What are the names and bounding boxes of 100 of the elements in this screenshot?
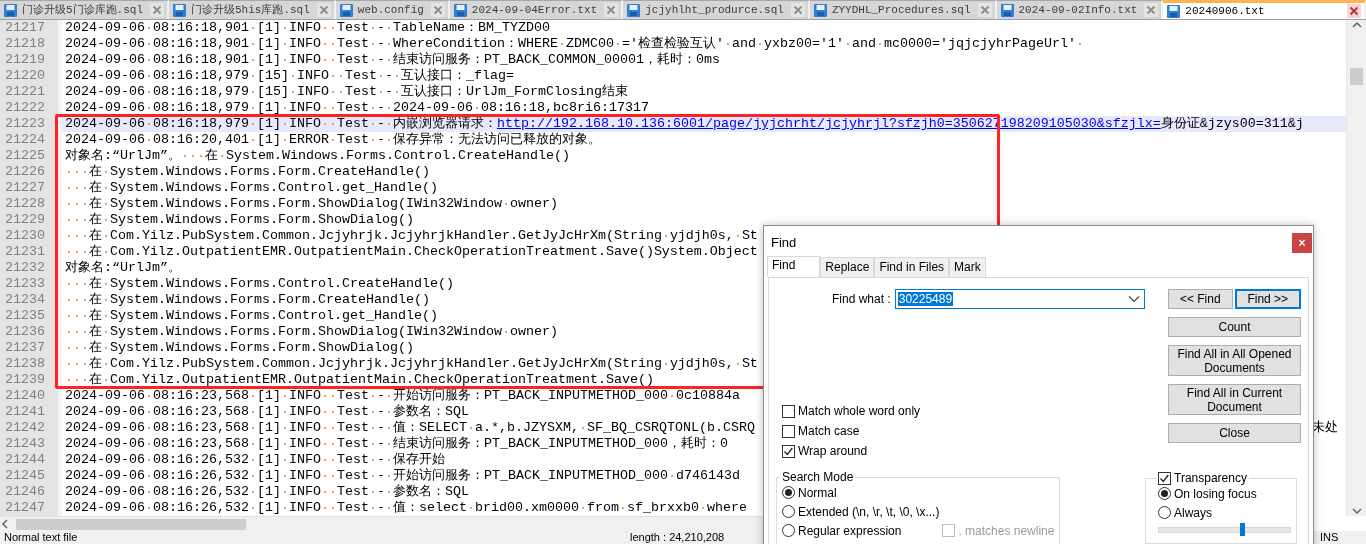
scrollbar-thumb[interactable] [16,518,246,530]
line-number: 21243 [0,436,62,452]
close-icon[interactable] [1347,4,1361,18]
close-icon[interactable] [150,3,164,17]
log-line: 在 System.Windows.Forms.Control.get_Handle() [62,180,438,195]
dialog-button[interactable]: Find All in Current Document [1168,384,1301,415]
checkbox-label: Match whole word only [798,404,921,418]
status-text: Normal text file [3,531,78,544]
vertical-scrollbar[interactable] [1346,20,1366,516]
file-tab[interactable]: 门诊升级5门诊库跑.sql [0,0,169,19]
line-number: 21242 [0,420,62,436]
log-line: 2024-09-06 08:16:26,532 [1] INFO Test - 参数名：SQL [64,484,469,499]
checkbox-label: Transparency [1174,471,1247,485]
tab-label: ZYYDHL_Procedures.sql [831,2,972,18]
log-line: 2024-09-06 08:16:26,532 [1] INFO Test - 值：select brid00.xm0000 from sf_brxxb0 where [64,500,747,515]
line-number: 21225 [0,148,62,164]
log-line: 在 Com.Yilz.PubSystem.Common.Jcjyhrjk.JcjyhrjkHandler.GetJyJcHrXm(String yjdjh0s, St [62,228,758,243]
log-line: 在 System.Windows.Forms.Form.ShowDialog() [62,340,414,355]
line-number: 21228 [0,196,62,212]
log-line: 2024-09-06 08:16:18,979 [1] INFO Test - 2024-09-06 08:16:18,bc8ri6:17317 [64,100,649,115]
line-number: 21229 [0,212,62,228]
log-line-fragment: 未处 [1312,420,1338,436]
close-icon[interactable] [977,3,992,17]
line-number: 21239 [0,372,62,388]
line-number: 21238 [0,356,62,372]
find-button[interactable]: Find >> [1234,289,1301,309]
find-button[interactable]: << Find [1168,289,1233,309]
log-line: 2024-09-06 08:16:23,568 [1] INFO Test - 结束访问服务：PT_BACK_INPUTMETHOD_000，耗时：0 [64,436,728,451]
scroll-up-icon[interactable] [1350,20,1363,30]
scroll-down-icon[interactable] [1350,506,1363,516]
close-icon[interactable] [1144,3,1159,17]
status-text: length : 24,210,208 [629,531,725,544]
line-number: 21223 [0,116,62,132]
dialog-title: Find [771,234,797,250]
radio-label: On losing focus [1174,486,1257,501]
radio-button[interactable] [1158,506,1171,519]
checkbox[interactable] [782,444,795,458]
group-title: Search Mode [781,470,855,484]
file-tab[interactable]: ZYYDHL_Procedures.sql [809,0,997,19]
log-line: 2024-09-06 08:16:23,568 [1] INFO Test - 参数名：SQL [64,404,469,419]
log-line: 2024-09-06 08:16:18,901 [1] INFO Test - TableName：BM_TYZD00 [64,20,550,35]
dialog-tab[interactable]: Find [767,256,821,277]
line-number: 21244 [0,452,62,468]
radio-button[interactable] [782,505,795,518]
dialog-tab[interactable]: Mark [949,257,986,277]
scrollbar-thumb[interactable] [1350,68,1363,85]
line-number: 21245 [0,468,62,484]
dialog-button[interactable]: Count [1168,317,1301,337]
log-line: 在 System.Windows.Forms.Form.CreateHandle() [62,292,430,307]
radio-button[interactable] [1158,487,1171,500]
dialog-tab[interactable]: Find in Files [874,257,950,277]
close-icon[interactable] [430,3,445,17]
file-tab[interactable]: web.config [335,0,450,19]
file-tab[interactable]: 2024-09-02Info.txt [996,0,1164,19]
close-icon[interactable] [316,3,331,17]
checkbox[interactable] [782,424,795,438]
line-number: 21226 [0,164,62,180]
line-number: 21247 [0,500,62,516]
log-line: 对象名:“UrlJm”。 [64,260,181,275]
log-line: 2024-09-06 08:16:26,532 [1] INFO Test - 保存开始 [64,452,445,467]
log-line: 2024-09-06 08:16:18,979 [15] INFO Test - 互认接口：_flag= [64,68,514,83]
dialog-button[interactable]: Close [1168,423,1301,443]
close-icon[interactable] [790,3,805,17]
line-number: 21241 [0,404,62,420]
close-button[interactable]: × [1292,233,1312,253]
radio-label: Normal [798,485,837,500]
line-number: 21232 [0,260,62,276]
file-tab[interactable]: 20240906.txt [1163,0,1366,19]
search-field[interactable]: 30225489 [894,289,1145,309]
line-number: 21224 [0,132,62,148]
log-line: 2024-09-06 08:16:23,568 [1] INFO Test - 值：SELECT a.*,b.JZYSXM, SF_BQ_CSRQTONL(b.CSRQ [64,420,755,435]
tab-label: 门诊升级5门诊库跑.sql [22,2,144,18]
tab-label: jcjyhlht_produrce.sql [645,2,785,18]
line-number: 21237 [0,340,62,356]
close-icon[interactable] [604,3,619,17]
status-text: INS [1319,531,1339,544]
line-number: 21227 [0,180,62,196]
radio-button[interactable] [782,486,795,499]
horizontal-scrollbar[interactable] [0,516,763,531]
log-line: 2024-09-06 08:16:23,568 [1] INFO Test - 开始访问服务：PT_BACK_INPUTMETHOD_000 0c10884a [64,388,740,403]
log-line: 2024-09-06 08:16:20,401 [1] ERROR Test - 保存异常：无法访问已释放的对象。 [64,132,601,147]
radio-label: Extended (\n, \r, \t, \0, \x...) [798,504,940,519]
radio-button[interactable] [782,524,795,537]
dialog-tab[interactable]: Replace [820,257,875,277]
line-number: 21235 [0,308,62,324]
file-tab[interactable]: 门诊升级5his库跑.sql [169,0,336,19]
tab-label: 20240906.txt [1185,3,1266,19]
log-line: 在 System.Windows.Forms.Control.get_Handle() [62,308,438,323]
log-line: 在 Com.Yilz.PubSystem.Common.Jcjyhrjk.JcjyhrjkHandler.GetJyJcHrXm(String yjdjh0s, St [62,356,758,371]
checkbox[interactable] [782,404,795,418]
dialog-button[interactable]: Find All in All Opened Documents [1168,345,1301,376]
slider-thumb[interactable] [1239,523,1245,536]
file-tab[interactable]: 2024-09-04Error.txt [449,0,624,19]
scroll-left-icon[interactable] [0,518,10,530]
line-number: 21217 [0,20,62,36]
checkbox[interactable] [1158,471,1171,485]
line-number: 21221 [0,84,62,100]
line-number: 21246 [0,484,62,500]
file-tab[interactable]: jcjyhlht_produrce.sql [623,0,810,19]
log-line: 在 System.Windows.Forms.Form.ShowDialog(IWin32Window owner) [62,324,558,339]
